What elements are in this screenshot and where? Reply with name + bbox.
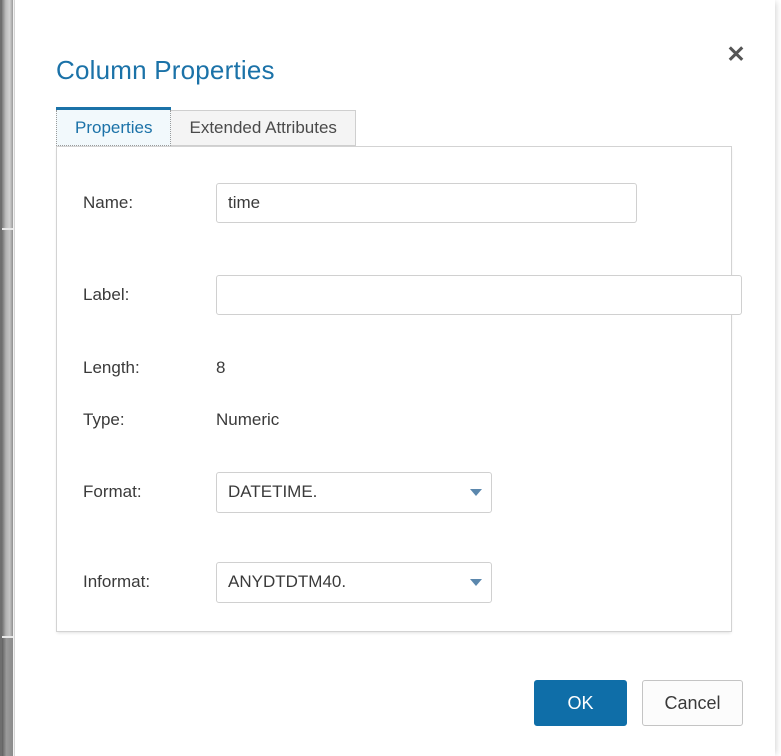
tab-properties[interactable]: Properties [56,107,172,146]
format-row: Format: DATETIME. [57,471,731,513]
scrollbar-edge [0,0,2,756]
column-properties-dialog: Column Properties ✕ Properties Extended … [15,0,775,756]
type-label: Type: [83,410,125,429]
tab-strip: Properties Extended Attributes [56,107,356,146]
properties-panel: Name: Label: Length: 8 Type: Numeric For… [56,146,742,632]
format-dropdown[interactable]: DATETIME. [216,471,492,513]
type-value: Numeric [216,410,280,429]
informat-dropdown[interactable]: ANYDTDTM40. [216,561,492,603]
format-value: DATETIME. [228,482,318,501]
label-row: Label: [57,275,742,315]
informat-row: Informat: ANYDTDTM40. [57,561,731,603]
length-value: 8 [216,358,226,377]
cancel-button[interactable]: Cancel [642,680,743,726]
chevron-down-icon [461,578,491,586]
page-title: Column Properties [56,55,275,86]
ok-button[interactable]: OK [534,680,627,726]
name-label: Name: [83,193,134,212]
dialog-footer: OK Cancel [15,680,775,728]
scrollbar-thumb[interactable] [2,638,13,756]
tab-properties-label: Properties [75,117,153,137]
scrollbar-thumb[interactable] [2,230,13,636]
tab-extended-attributes-label: Extended Attributes [189,118,337,137]
close-icon: ✕ [726,40,746,67]
informat-value: ANYDTDTM40. [228,572,347,591]
type-row: Type: Numeric [57,400,731,440]
informat-label: Informat: [83,572,151,591]
length-label: Length: [83,358,140,377]
background-scrollbar[interactable] [0,0,15,756]
chevron-down-icon [461,488,491,496]
tab-extended-attributes[interactable]: Extended Attributes [170,110,356,146]
format-label: Format: [83,482,142,501]
name-row: Name: [57,183,731,223]
close-button[interactable]: ✕ [718,36,754,72]
label-label: Label: [83,285,130,304]
label-input[interactable] [216,275,742,315]
length-row: Length: 8 [57,348,731,388]
name-input[interactable] [216,183,637,223]
scrollbar-thumb[interactable] [2,0,13,228]
